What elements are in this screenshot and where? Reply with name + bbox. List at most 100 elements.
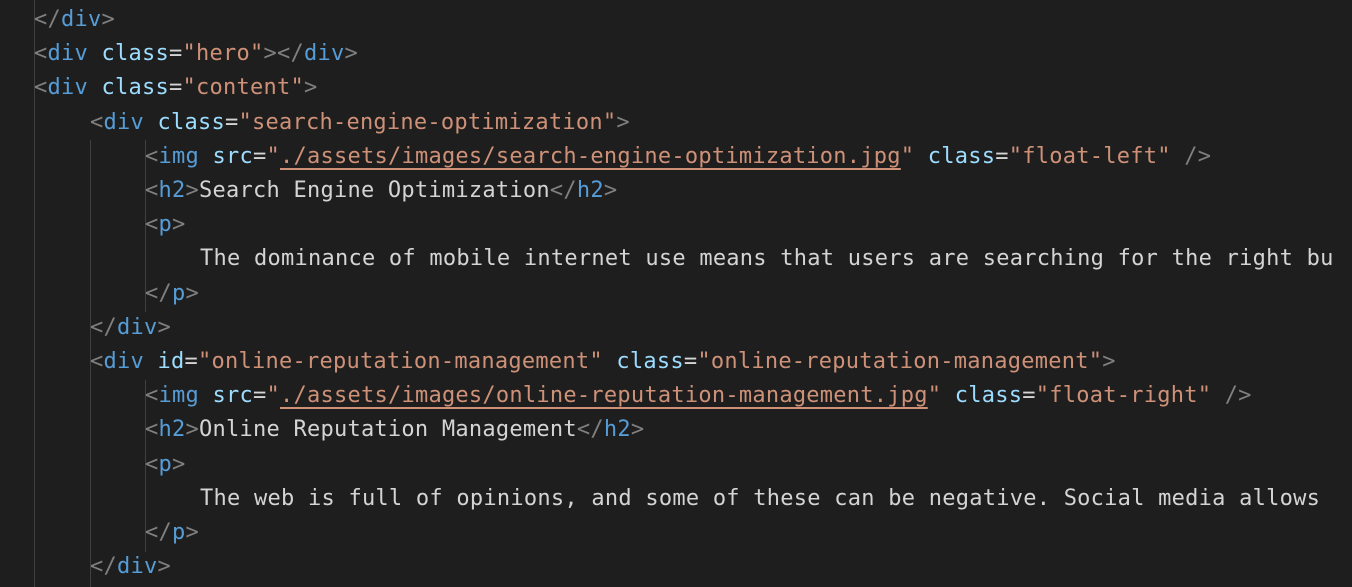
code-token: =	[683, 349, 698, 374]
code-token: class	[101, 41, 169, 67]
code-token: div	[61, 7, 102, 32]
code-line[interactable]: </p>	[145, 277, 199, 311]
code-token: >	[185, 417, 199, 443]
code-token: src	[212, 383, 253, 409]
code-token: class	[101, 75, 169, 101]
code-token: >	[157, 314, 171, 340]
code-token: =	[224, 109, 239, 135]
code-token: Online Reputation Management	[199, 417, 577, 443]
indent-guide-level-2-block-2	[90, 380, 91, 552]
code-token: "	[927, 383, 942, 409]
code-token: id	[157, 349, 185, 374]
code-token: />	[1184, 143, 1212, 169]
code-token: >	[344, 41, 358, 67]
code-token: >	[101, 7, 115, 32]
code-token: <	[90, 349, 104, 374]
code-token: div	[303, 41, 345, 67]
code-line[interactable]: <p>	[145, 448, 186, 482]
code-token: =	[1022, 383, 1036, 409]
code-token: <	[145, 383, 159, 409]
code-token: div	[47, 75, 88, 101]
code-token: h2	[158, 178, 186, 203]
code-token: h2	[576, 178, 604, 203]
code-line[interactable]: </p>	[145, 516, 199, 550]
code-token: div	[103, 109, 144, 135]
code-token: "float-right"	[1035, 383, 1212, 409]
code-line[interactable]: <div id="online-reputation-management" c…	[90, 345, 1116, 379]
code-token: class	[616, 349, 684, 374]
code-token: "content"	[182, 75, 304, 101]
code-token: </	[90, 554, 117, 580]
code-token: =	[995, 143, 1009, 169]
code-token: h2	[158, 417, 186, 443]
code-line[interactable]: <img src="./assets/images/search-engine-…	[145, 140, 1211, 174]
code-token: </	[90, 314, 117, 340]
code-token: <	[145, 212, 159, 238]
code-token: >	[172, 212, 186, 238]
code-token: =	[253, 383, 267, 409]
code-token: =	[253, 143, 267, 169]
code-token: =	[168, 75, 183, 101]
code-token: p	[172, 280, 186, 306]
code-line[interactable]: The dominance of mobile internet use mea…	[200, 242, 1334, 276]
code-line[interactable]: <div class="search-engine-optimization">	[90, 106, 630, 140]
code-token: <	[145, 417, 159, 443]
code-token: ></	[263, 41, 304, 67]
code-token: "	[900, 143, 915, 169]
code-token: src	[212, 143, 253, 169]
code-token: ./assets/images/search-engine-optimizati…	[280, 143, 901, 169]
code-token: >	[303, 75, 318, 101]
code-line[interactable]: </div>	[90, 311, 171, 345]
code-token: <	[145, 143, 159, 169]
code-line[interactable]: </div>	[90, 550, 171, 584]
indent-guide-level-3-block-1	[145, 243, 146, 277]
code-token: "	[266, 383, 280, 409]
code-token: =	[168, 41, 183, 67]
code-token: </	[576, 417, 604, 443]
code-line[interactable]: The web is full of opinions, and some of…	[200, 482, 1320, 516]
code-token: <	[34, 41, 48, 67]
code-token: p	[158, 212, 172, 238]
code-token: />	[1224, 383, 1252, 409]
code-token: <	[90, 109, 104, 135]
code-line[interactable]: <img src="./assets/images/online-reputat…	[145, 379, 1252, 413]
code-editor[interactable]: </div> <div class="hero"></div> <div class…	[0, 0, 1352, 587]
code-token: class	[927, 143, 996, 169]
code-line[interactable]: </div>	[34, 3, 115, 37]
code-token: div	[117, 554, 158, 580]
code-token: div	[103, 349, 144, 374]
code-token: "search-engine-optimization"	[238, 109, 617, 135]
code-token: p	[158, 451, 172, 477]
code-line[interactable]: <h2>Online Reputation Management</h2>	[145, 413, 644, 447]
code-line[interactable]: <div class="hero"></div>	[34, 37, 358, 71]
code-line[interactable]: <p>	[145, 208, 186, 242]
code-token: "online-reputation-management"	[198, 349, 603, 374]
code-token: div	[47, 41, 88, 67]
code-token: div	[117, 314, 158, 340]
code-token: The dominance of mobile internet use mea…	[200, 246, 1334, 272]
code-token: <	[34, 75, 48, 101]
code-token: ./assets/images/online-reputation-manage…	[280, 383, 928, 409]
code-token: </	[145, 280, 172, 306]
code-token: <	[145, 178, 159, 203]
code-line[interactable]: <h2>Search Engine Optimization</h2>	[145, 174, 617, 208]
code-line[interactable]: <div class="content">	[34, 71, 317, 105]
code-token: class	[157, 109, 225, 135]
code-token: "float-left"	[1008, 143, 1171, 169]
code-token: >	[157, 554, 171, 580]
code-token: </	[34, 7, 61, 32]
code-token: "online-reputation-management"	[697, 349, 1103, 374]
code-token: >	[185, 520, 199, 545]
code-token: p	[172, 520, 186, 545]
code-token: <	[145, 451, 159, 477]
